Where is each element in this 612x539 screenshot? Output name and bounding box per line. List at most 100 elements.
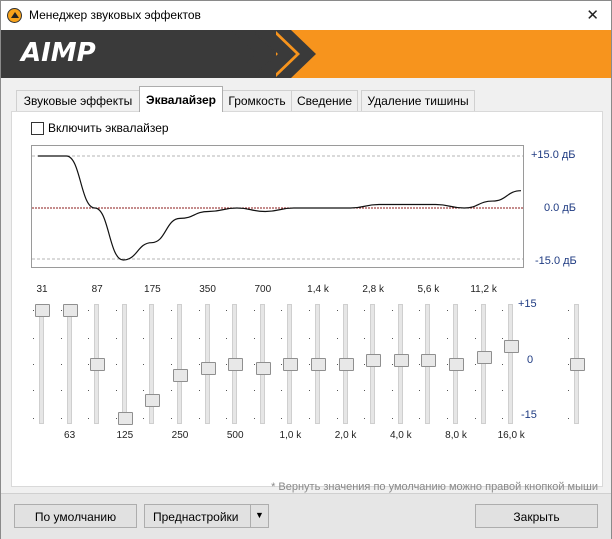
scale-tick bbox=[281, 364, 283, 365]
band-14-slider-thumb[interactable] bbox=[421, 354, 437, 368]
band-1-slider-track[interactable] bbox=[66, 304, 72, 424]
aimp-banner: AIMP bbox=[1, 30, 611, 78]
presets-button[interactable]: Преднастройки ▼ bbox=[144, 504, 269, 528]
scale-tick bbox=[474, 390, 476, 391]
scale-label-minus15: -15 bbox=[521, 409, 537, 421]
scale-tick bbox=[88, 390, 90, 391]
band-1-slider-thumb[interactable] bbox=[62, 304, 78, 317]
band-0-slider-track[interactable] bbox=[39, 304, 44, 424]
scale-tick bbox=[474, 310, 476, 311]
band-4-slider-thumb[interactable] bbox=[145, 394, 161, 407]
close-button[interactable]: Закрыть bbox=[475, 504, 598, 528]
scale-tick bbox=[171, 338, 172, 339]
scale-tick bbox=[88, 418, 90, 419]
band-frequency-label: 2,8 k bbox=[362, 284, 385, 295]
scale-tick bbox=[281, 310, 283, 311]
scale-tick bbox=[474, 418, 476, 419]
scale-tick bbox=[33, 418, 34, 419]
band-5-slider-track[interactable] bbox=[177, 304, 182, 424]
preamp-slider-thumb[interactable] bbox=[570, 358, 585, 371]
band-frequency-label: 87 bbox=[91, 284, 103, 295]
scale-tick bbox=[391, 364, 393, 365]
band-0-slider-thumb[interactable] bbox=[35, 304, 50, 317]
presets-dropdown-arrow-icon[interactable]: ▼ bbox=[250, 505, 268, 527]
tab-mixing[interactable]: Сведение bbox=[291, 90, 358, 111]
band-3-slider-track[interactable] bbox=[121, 304, 127, 424]
scale-tick bbox=[568, 310, 569, 311]
band-10-slider-thumb[interactable] bbox=[311, 358, 326, 371]
scale-tick bbox=[364, 390, 366, 391]
enable-equalizer-checkbox[interactable] bbox=[31, 121, 44, 135]
scale-tick bbox=[33, 390, 34, 391]
presets-label: Преднастройки bbox=[153, 510, 239, 524]
band-frequency-label: 4,0 k bbox=[389, 430, 412, 441]
band-frequency-label: 175 bbox=[144, 284, 161, 295]
band-frequency-label: 125 bbox=[116, 430, 134, 441]
scale-tick bbox=[502, 310, 504, 311]
scale-tick bbox=[309, 364, 310, 365]
reset-hint: * Вернуть значения по умолчанию можно пр… bbox=[271, 481, 598, 493]
band-15-slider-thumb[interactable] bbox=[449, 358, 464, 371]
band-frequency-label: 11,2 k bbox=[470, 284, 497, 295]
band-16-slider-track[interactable] bbox=[480, 304, 486, 424]
band-17-slider-track[interactable] bbox=[508, 304, 514, 424]
band-2-slider-thumb[interactable] bbox=[90, 358, 106, 371]
scale-tick bbox=[253, 338, 255, 339]
scale-tick bbox=[281, 390, 283, 391]
scale-tick bbox=[364, 310, 366, 311]
scale-tick bbox=[447, 338, 448, 339]
scale-tick bbox=[33, 310, 34, 311]
band-7-slider-thumb[interactable] bbox=[228, 358, 244, 371]
scale-tick bbox=[447, 418, 448, 419]
scale-tick bbox=[336, 364, 338, 365]
tab-volume[interactable]: Громкость bbox=[222, 90, 292, 111]
scale-tick bbox=[115, 338, 117, 339]
scale-tick bbox=[336, 310, 338, 311]
scale-tick bbox=[60, 338, 62, 339]
band-13-slider-thumb[interactable] bbox=[393, 354, 409, 368]
band-frequency-label: 8,0 k bbox=[445, 430, 467, 441]
scale-tick bbox=[226, 390, 228, 391]
tab-silence-removal[interactable]: Удаление тишины bbox=[361, 90, 475, 111]
tab-sound-effects[interactable]: Звуковые эффекты bbox=[16, 90, 140, 111]
scale-tick bbox=[33, 364, 34, 365]
scale-tick bbox=[568, 364, 569, 365]
scale-tick bbox=[364, 338, 366, 339]
scale-tick bbox=[391, 310, 393, 311]
band-3-slider-thumb[interactable] bbox=[117, 412, 133, 425]
scale-tick bbox=[447, 310, 448, 311]
scale-tick bbox=[568, 418, 569, 419]
graph-label-plus15: +15.0 дБ bbox=[531, 149, 576, 161]
scale-label-zero: 0 bbox=[527, 354, 534, 366]
band-5-slider-thumb[interactable] bbox=[173, 368, 188, 382]
band-12-slider-thumb[interactable] bbox=[366, 354, 382, 368]
band-frequency-label: 500 bbox=[226, 430, 244, 441]
band-11-slider-thumb[interactable] bbox=[338, 358, 354, 371]
scale-tick bbox=[33, 338, 34, 339]
band-frequency-label: 5,6 k bbox=[417, 284, 440, 295]
band-17-slider-thumb[interactable] bbox=[504, 340, 520, 353]
scale-label-plus15: +15 bbox=[518, 298, 537, 310]
enable-equalizer-label[interactable]: Включить эквалайзер bbox=[48, 121, 169, 135]
close-window-button[interactable]: ✕ bbox=[586, 6, 599, 24]
scale-tick bbox=[60, 310, 62, 311]
band-frequency-label: 1,4 k bbox=[307, 284, 329, 295]
scale-tick bbox=[226, 310, 228, 311]
scale-tick bbox=[281, 338, 283, 339]
band-16-slider-thumb[interactable] bbox=[476, 350, 492, 364]
scale-tick bbox=[226, 364, 228, 365]
band-9-slider-thumb[interactable] bbox=[283, 358, 299, 371]
band-6-slider-thumb[interactable] bbox=[200, 361, 216, 375]
scale-tick bbox=[474, 338, 476, 339]
band-frequency-label: 2,0 k bbox=[334, 430, 357, 441]
tab-equalizer[interactable]: Эквалайзер bbox=[139, 86, 223, 112]
scale-tick bbox=[364, 364, 366, 365]
band-8-slider-thumb[interactable] bbox=[255, 361, 271, 375]
default-button[interactable]: По умолчанию bbox=[14, 504, 137, 528]
band-frequency-label: 1,0 k bbox=[279, 430, 302, 441]
scale-tick bbox=[198, 310, 200, 311]
band-sliders: +15 0 -15 31 63 87 125 175 250 350 500 700 1,0 k 1… bbox=[22, 282, 594, 467]
scale-tick bbox=[502, 338, 504, 339]
enable-equalizer-row[interactable]: Включить эквалайзер bbox=[31, 121, 169, 135]
scale-tick bbox=[253, 310, 255, 311]
